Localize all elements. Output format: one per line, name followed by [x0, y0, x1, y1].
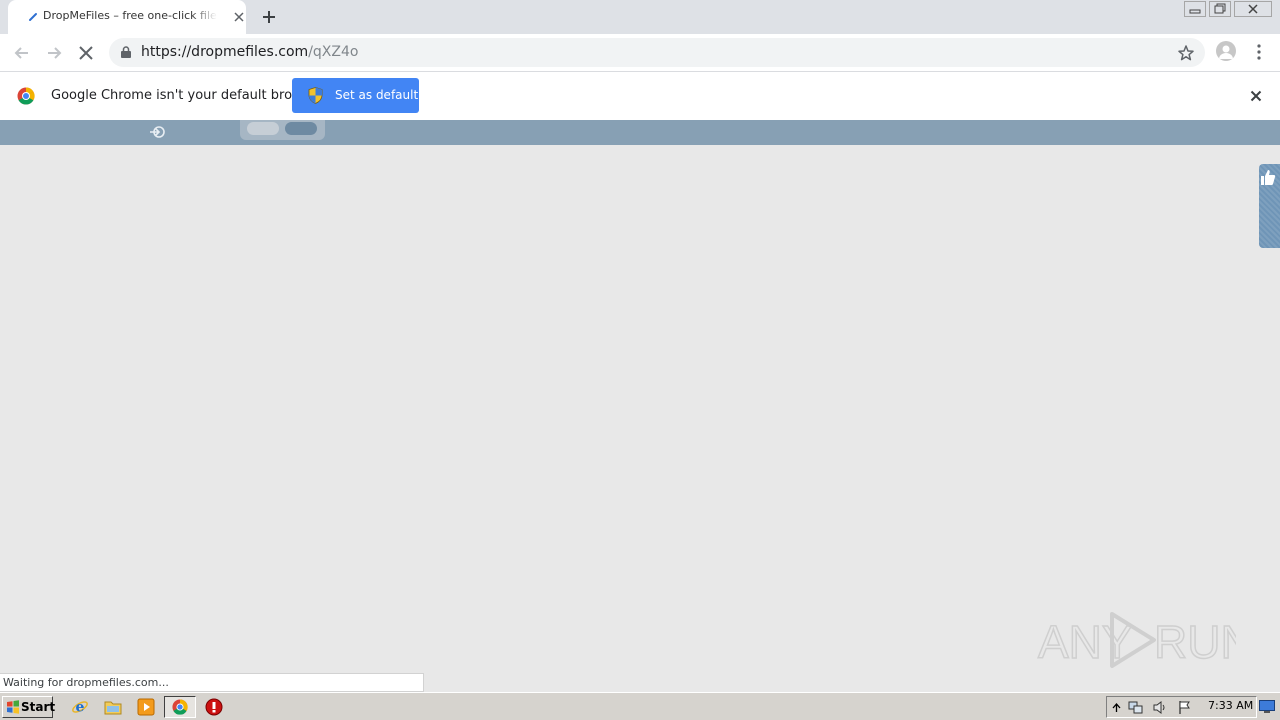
chrome-icon — [17, 87, 35, 105]
address-bar[interactable]: https://dropmefiles.com/qXZ4o — [109, 38, 1205, 67]
chrome-taskbar-button[interactable] — [164, 696, 196, 718]
restore-icon[interactable] — [1209, 1, 1231, 17]
uac-shield-icon — [308, 87, 323, 104]
close-icon[interactable] — [1234, 1, 1272, 17]
chrome-icon — [172, 699, 188, 715]
start-button[interactable]: Start — [2, 696, 56, 718]
vertical-dots-icon[interactable] — [1250, 42, 1268, 62]
thumbs-up-icon — [1261, 170, 1276, 185]
watermark-text-right: RUN — [1154, 616, 1236, 668]
stop-loading-icon[interactable] — [75, 42, 97, 64]
minimize-icon[interactable] — [1184, 1, 1206, 17]
set-as-default-label: Set as default — [335, 88, 419, 102]
clock[interactable]: 7:33 AM — [1208, 699, 1253, 712]
arrow-right-icon[interactable] — [43, 42, 65, 64]
status-bubble: Waiting for dropmefiles.com... — [0, 673, 424, 692]
flag-icon[interactable] — [1177, 700, 1192, 715]
person-icon — [1219, 45, 1233, 59]
plus-icon[interactable] — [260, 8, 278, 26]
stop-icon[interactable] — [205, 698, 223, 716]
show-desktop-icon[interactable] — [1259, 700, 1275, 714]
avatar-icon[interactable] — [1216, 41, 1236, 61]
url-host: https://dropmefiles.com — [141, 44, 309, 60]
windows-logo-icon — [7, 700, 19, 714]
svg-text:e: e — [76, 700, 85, 716]
folder-icon[interactable] — [104, 698, 122, 716]
set-as-default-button[interactable]: Set as default — [292, 78, 419, 113]
tab-title: DropMeFiles – free one-click file sharin… — [43, 9, 217, 22]
star-icon[interactable] — [1177, 44, 1195, 62]
default-browser-infobar: Google Chrome isn't your default browser… — [0, 71, 1280, 121]
network-icon[interactable] — [1128, 700, 1143, 715]
tab-strip: DropMeFiles – free one-click file sharin… — [0, 0, 1280, 34]
chevron-up-icon[interactable] — [1109, 700, 1124, 715]
url-text: https://dropmefiles.com/qXZ4o — [141, 44, 358, 60]
lock-icon — [121, 46, 131, 58]
arrow-left-icon[interactable] — [11, 42, 33, 64]
media-player-icon[interactable] — [137, 698, 155, 716]
toggle-option-left[interactable] — [247, 122, 279, 135]
browser-tab[interactable]: DropMeFiles – free one-click file sharin… — [8, 0, 246, 34]
infobar-message: Google Chrome isn't your default browser — [51, 88, 323, 103]
close-icon[interactable] — [1248, 88, 1264, 104]
taskbar: Start e 7:33 AM — [0, 692, 1280, 720]
close-icon[interactable] — [231, 9, 247, 25]
ie-icon[interactable]: e — [71, 698, 89, 716]
mode-toggle[interactable] — [240, 120, 325, 140]
toggle-option-right[interactable] — [285, 122, 317, 135]
start-label: Start — [21, 700, 56, 714]
anyrun-watermark: ANY RUN — [1037, 612, 1236, 669]
volume-icon[interactable] — [1152, 700, 1167, 715]
dropmefiles-favicon — [29, 13, 37, 21]
site-header — [0, 120, 1280, 145]
browser-toolbar: https://dropmefiles.com/qXZ4o — [0, 34, 1280, 71]
url-path: /qXZ4o — [308, 44, 359, 60]
login-icon[interactable] — [149, 123, 167, 141]
